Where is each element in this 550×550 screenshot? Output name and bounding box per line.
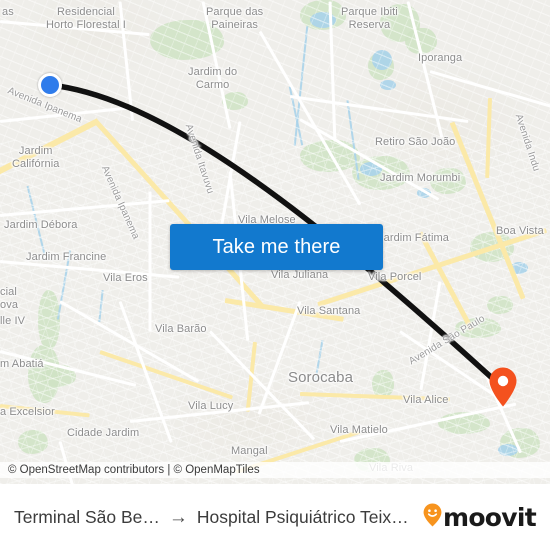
origin-station-label: Terminal São Be… [14, 506, 160, 527]
moovit-logo[interactable]: moovit [423, 502, 537, 532]
destination-station-label: Hospital Psiquiátrico Teixeira L… [196, 506, 415, 527]
route-footer-bar: Terminal São Be… → Hospital Psiquiátrico… [0, 484, 550, 550]
map-canvas[interactable]: as Residencial Horto Florestal I Parque … [0, 0, 550, 484]
destination-pin-icon[interactable] [489, 367, 517, 407]
attribution-osm[interactable]: © OpenStreetMap contributors [8, 464, 164, 476]
moovit-wordmark: moovit [442, 502, 537, 532]
map-attribution: © OpenStreetMap contributors | © OpenMap… [0, 462, 550, 478]
moovit-pin-icon [423, 503, 442, 532]
attribution-openmaptiles[interactable]: © OpenMapTiles [174, 464, 260, 476]
origin-dot-icon[interactable] [38, 73, 62, 97]
moovit-route-map-screen: as Residencial Horto Florestal I Parque … [0, 0, 550, 550]
arrow-right-icon: → [168, 506, 188, 528]
attribution-separator: | [167, 464, 171, 476]
route-summary: Terminal São Be… → Hospital Psiquiátrico… [14, 507, 415, 528]
take-me-there-button[interactable]: Take me there [170, 224, 383, 270]
